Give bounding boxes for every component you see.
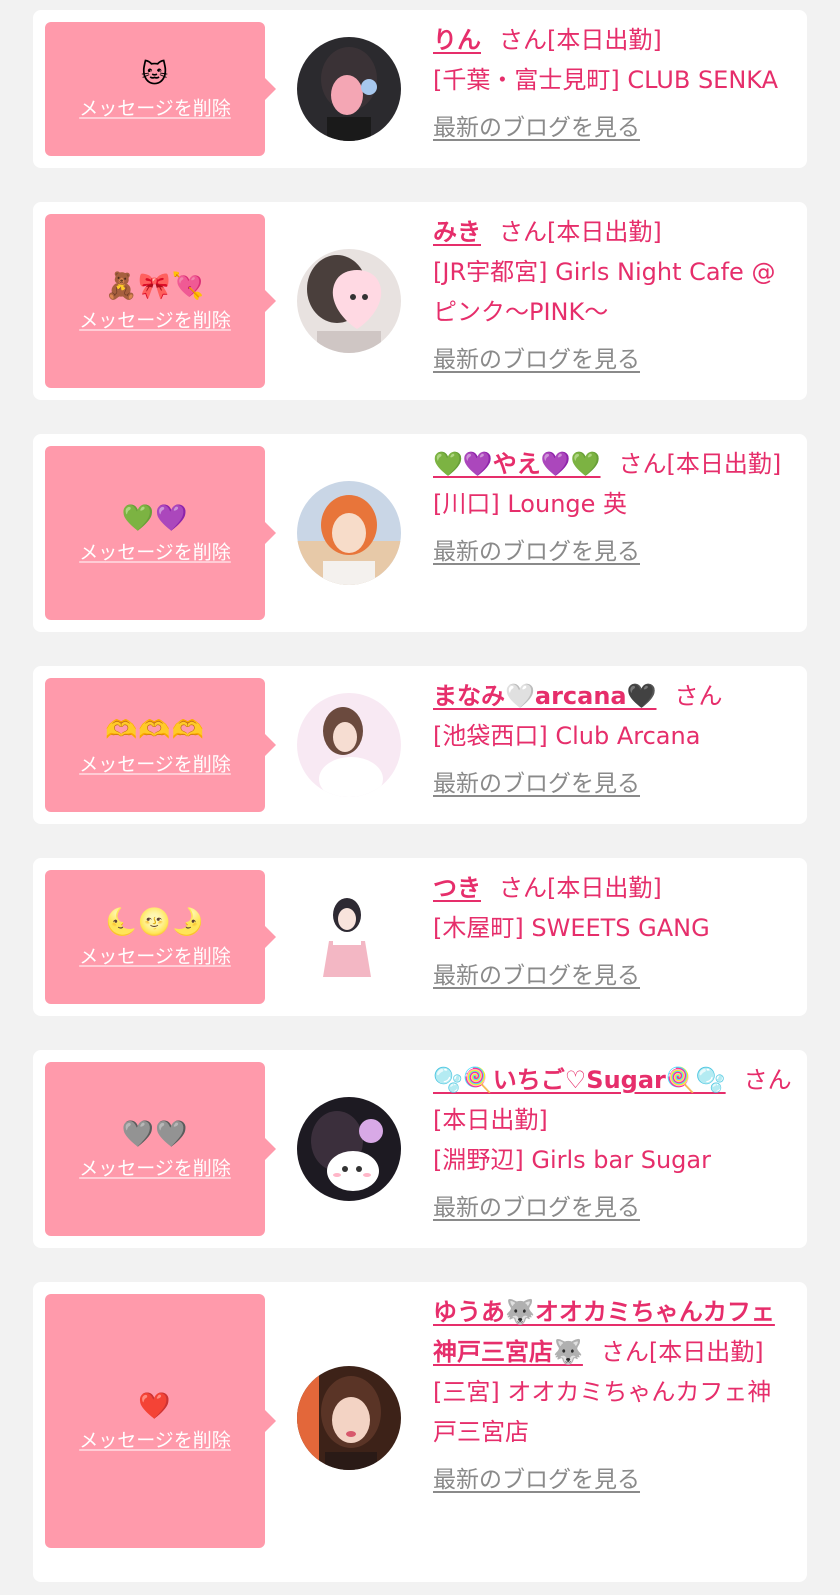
cast-status: さん[本日出勤] — [499, 26, 662, 54]
latest-blog-link[interactable]: 最新のブログを見る — [433, 766, 640, 802]
message-bubble: ❤️ メッセージを削除 — [45, 1294, 276, 1548]
message-bubble: 🫶🫶🫶 メッセージを削除 — [45, 678, 276, 812]
name-line: 💚💜やえ💜💚 さん[本日出勤] — [433, 444, 793, 484]
avatar[interactable] — [297, 37, 401, 141]
name-line: つき さん[本日出勤] — [433, 868, 793, 908]
message-emoji: 🩶🩶 — [121, 1119, 189, 1150]
message-card: 🩶🩶 メッセージを削除 🫧🍭いちご♡Sugar🍭🫧 さん[本日出勤] [淵野辺] … — [33, 1050, 807, 1248]
avatar-photo-icon — [297, 1366, 401, 1470]
delete-message-button[interactable]: メッセージを削除 — [79, 94, 231, 121]
latest-blog-link[interactable]: 最新のブログを見る — [433, 110, 640, 146]
message-card: 🌜🌝🌛 メッセージを削除 つき さん[本日出勤] [木屋町] SWEETS GAN… — [33, 858, 807, 1016]
avatar[interactable] — [297, 1366, 401, 1470]
name-line: みき さん[本日出勤] — [433, 212, 793, 252]
latest-blog-link[interactable]: 最新のブログを見る — [433, 342, 640, 378]
avatar[interactable] — [297, 693, 401, 797]
cast-status: さん[本日出勤] — [600, 1338, 764, 1366]
cast-status: さん[本日出勤] — [618, 450, 782, 478]
shop-info: [池袋西口] Club Arcana — [433, 722, 701, 750]
message-info: みき さん[本日出勤] [JR宇都宮] Girls Night Cafe @ピンク… — [433, 212, 793, 378]
message-bubble: 🌜🌝🌛 メッセージを削除 — [45, 870, 276, 1004]
delete-message-button[interactable]: メッセージを削除 — [79, 942, 231, 969]
shop-info: [川口] Lounge 英 — [433, 490, 628, 518]
cast-name-link[interactable]: つき — [433, 874, 481, 902]
message-info: つき さん[本日出勤] [木屋町] SWEETS GANG 最新のブログを見る — [433, 868, 793, 994]
delete-message-button[interactable]: メッセージを削除 — [79, 1154, 231, 1181]
shop-info: [千葉・富士見町] CLUB SENKA — [433, 66, 779, 94]
latest-blog-link[interactable]: 最新のブログを見る — [433, 534, 640, 570]
message-bubble: 🧸🎀💘 メッセージを削除 — [45, 214, 276, 388]
message-emoji: 💚💜 — [121, 503, 189, 534]
message-emoji: 🫶🫶🫶 — [104, 715, 206, 746]
message-info: ゆうあ🐺オオカミちゃんカフェ神戸三宮店🐺 さん[本日出勤] [三宮] オオカミちゃ… — [433, 1292, 793, 1498]
cast-name-link[interactable]: 💚💜やえ💜💚 — [433, 450, 601, 478]
shop-info: [木屋町] SWEETS GANG — [433, 914, 710, 942]
message-emoji: 🧸🎀💘 — [104, 271, 206, 302]
delete-message-button[interactable]: メッセージを削除 — [79, 750, 231, 777]
message-list: 🐱 メッセージを削除 りん さん[本日出勤] [千葉・富士見町] CLUB SEN… — [0, 0, 840, 1595]
message-bubble: 🩶🩶 メッセージを削除 — [45, 1062, 276, 1236]
avatar[interactable] — [297, 481, 401, 585]
avatar-photo-icon — [297, 249, 401, 353]
message-info: りん さん[本日出勤] [千葉・富士見町] CLUB SENKA 最新のブログを見… — [433, 20, 793, 146]
cast-name-link[interactable]: まなみ🤍arcana🖤 — [433, 682, 657, 710]
message-emoji: 🌜🌝🌛 — [104, 907, 206, 938]
message-emoji: ❤️ — [138, 1391, 172, 1422]
message-card: 🧸🎀💘 メッセージを削除 みき さん[本日出勤] [JR宇都宮] Girls Ni… — [33, 202, 807, 400]
name-line: まなみ🤍arcana🖤 さん — [433, 676, 793, 716]
cast-status: さん — [674, 682, 723, 710]
cast-status: さん[本日出勤] — [499, 874, 662, 902]
message-bubble: 🐱 メッセージを削除 — [45, 22, 276, 156]
latest-blog-link[interactable]: 最新のブログを見る — [433, 958, 640, 994]
message-info: まなみ🤍arcana🖤 さん [池袋西口] Club Arcana 最新のブログを… — [433, 676, 793, 802]
cast-name-link[interactable]: 🫧🍭いちご♡Sugar🍭🫧 — [433, 1066, 726, 1094]
cast-name-link[interactable]: みき — [433, 218, 481, 246]
shop-info: [三宮] オオカミちゃんカフェ神戸三宮店 — [433, 1378, 772, 1446]
cast-name-link[interactable]: りん — [433, 26, 481, 54]
name-line: 🫧🍭いちご♡Sugar🍭🫧 さん[本日出勤] — [433, 1060, 793, 1140]
avatar-photo-icon — [297, 1097, 401, 1201]
delete-message-button[interactable]: メッセージを削除 — [79, 306, 231, 333]
message-card: 🐱 メッセージを削除 りん さん[本日出勤] [千葉・富士見町] CLUB SEN… — [33, 10, 807, 168]
avatar-photo-icon — [297, 37, 401, 141]
message-bubble: 💚💜 メッセージを削除 — [45, 446, 276, 620]
latest-blog-link[interactable]: 最新のブログを見る — [433, 1190, 640, 1226]
avatar[interactable] — [297, 885, 401, 989]
delete-message-button[interactable]: メッセージを削除 — [79, 1426, 231, 1453]
cast-status: さん[本日出勤] — [499, 218, 662, 246]
avatar-photo-icon — [297, 693, 401, 797]
name-line: ゆうあ🐺オオカミちゃんカフェ神戸三宮店🐺 さん[本日出勤] — [433, 1292, 793, 1372]
message-card: ❤️ メッセージを削除 ゆうあ🐺オオカミちゃんカフェ神戸三宮店🐺 さん[本日出勤]… — [33, 1282, 807, 1582]
message-info: 🫧🍭いちご♡Sugar🍭🫧 さん[本日出勤] [淵野辺] Girls bar Su… — [433, 1060, 793, 1226]
message-card: 💚💜 メッセージを削除 💚💜やえ💜💚 さん[本日出勤] [川口] Lounge 英… — [33, 434, 807, 632]
delete-message-button[interactable]: メッセージを削除 — [79, 538, 231, 565]
message-emoji: 🐱 — [140, 59, 170, 90]
latest-blog-link[interactable]: 最新のブログを見る — [433, 1462, 640, 1498]
shop-info: [淵野辺] Girls bar Sugar — [433, 1146, 711, 1174]
avatar-photo-icon — [297, 481, 401, 585]
message-info: 💚💜やえ💜💚 さん[本日出勤] [川口] Lounge 英 最新のブログを見る — [433, 444, 793, 570]
name-line: りん さん[本日出勤] — [433, 20, 793, 60]
message-card: 🫶🫶🫶 メッセージを削除 まなみ🤍arcana🖤 さん [池袋西口] Club A… — [33, 666, 807, 824]
avatar[interactable] — [297, 249, 401, 353]
avatar[interactable] — [297, 1097, 401, 1201]
shop-info: [JR宇都宮] Girls Night Cafe @ピンク〜PINK〜 — [433, 258, 776, 326]
avatar-photo-icon — [297, 885, 401, 989]
